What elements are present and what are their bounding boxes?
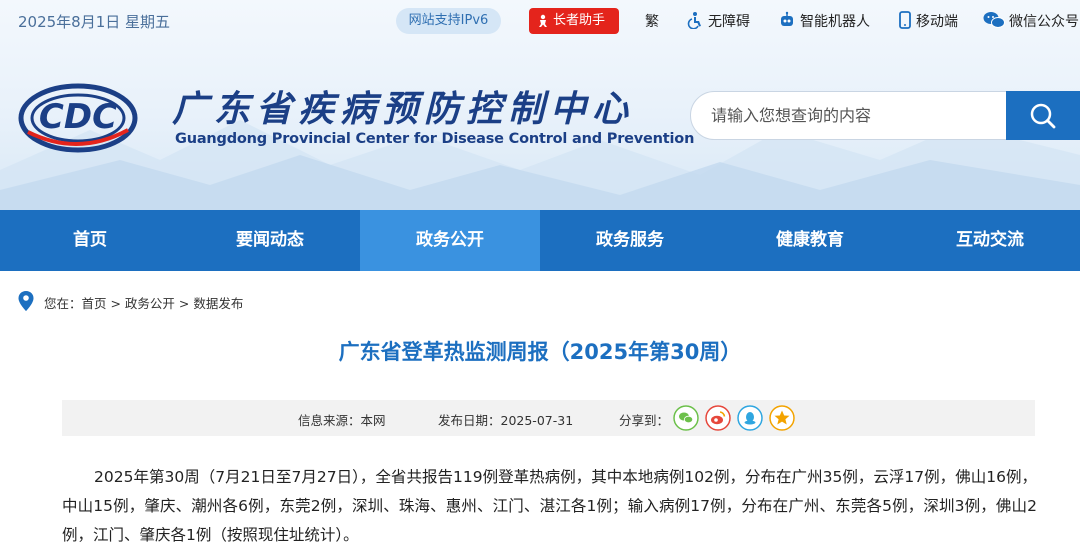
main-navigation: 首页 要闻动态 政务公开 政务服务 健康教育 互动交流 — [0, 210, 1080, 271]
qq-share-icon[interactable] — [737, 405, 763, 431]
location-pin-icon — [18, 291, 34, 311]
accessibility-link[interactable]: 无障碍 — [686, 11, 750, 31]
robot-label: 智能机器人 — [800, 14, 870, 30]
site-header: 2025年8月1日 星期五 网站支持IPv6 长者助手 繁 无障碍 智能机器人 — [0, 0, 1080, 210]
search-input[interactable] — [690, 91, 1020, 140]
info-source: 信息来源：本网 — [298, 413, 386, 428]
wechat-label: 微信公众号 — [1009, 14, 1079, 30]
search-bar — [690, 91, 1080, 140]
article-body: 2025年第30周（7月21日至7月27日），全省共报告119例登革热病例，其中… — [62, 468, 1037, 544]
elder-icon — [539, 14, 547, 27]
nav-interaction[interactable]: 互动交流 — [900, 210, 1080, 271]
nav-government-affairs[interactable]: 政务公开 — [360, 210, 540, 271]
share-label: 分享到： — [619, 413, 670, 428]
site-title-english: Guangdong Provincial Center for Disease … — [175, 131, 695, 147]
breadcrumb-text[interactable]: 您在：首页 > 政务公开 > 数据发布 — [44, 293, 243, 312]
top-bar: 2025年8月1日 星期五 网站支持IPv6 长者助手 繁 无障碍 智能机器人 — [0, 0, 1080, 42]
mobile-link[interactable]: 移动端 — [898, 11, 958, 31]
article-title: 广东省登革热监测周报（2025年第30周） — [338, 340, 742, 364]
robot-link[interactable]: 智能机器人 — [778, 11, 870, 31]
article-meta-bar: 信息来源：本网 发布日期：2025-07-31 分享到： — [62, 400, 1035, 436]
accessibility-label: 无障碍 — [708, 14, 750, 30]
wechat-share-icon[interactable] — [673, 405, 699, 431]
nav-health-education[interactable]: 健康教育 — [720, 210, 900, 271]
robot-icon — [781, 11, 793, 26]
cdc-logo[interactable]: CDC — [18, 72, 138, 154]
weibo-share-icon[interactable] — [705, 405, 731, 431]
elder-assistant-label: 长者助手 — [553, 13, 606, 28]
nav-government-services[interactable]: 政务服务 — [540, 210, 720, 271]
publish-date: 发布日期：2025-07-31 — [438, 413, 574, 428]
cdc-logo-text: CDC — [39, 97, 117, 137]
mobile-icon — [899, 11, 911, 29]
qzone-share-icon[interactable] — [769, 405, 795, 431]
accessibility-icon — [687, 12, 701, 29]
mobile-label: 移动端 — [916, 14, 958, 30]
wechat-link[interactable]: 微信公众号 — [983, 11, 1079, 31]
nav-home[interactable]: 首页 — [0, 210, 180, 271]
nav-news[interactable]: 要闻动态 — [180, 210, 360, 271]
ipv6-badge: 网站支持IPv6 — [396, 8, 501, 34]
wechat-icon — [983, 12, 1005, 28]
search-icon — [1030, 103, 1056, 128]
site-title-chinese: 广东省疾病预防控制中心 — [172, 88, 635, 130]
search-button[interactable] — [1006, 91, 1080, 140]
elder-assistant-button[interactable]: 长者助手 — [529, 8, 619, 34]
current-date: 2025年8月1日 星期五 — [18, 13, 171, 31]
traditional-chinese-link[interactable]: 繁 — [645, 11, 659, 31]
